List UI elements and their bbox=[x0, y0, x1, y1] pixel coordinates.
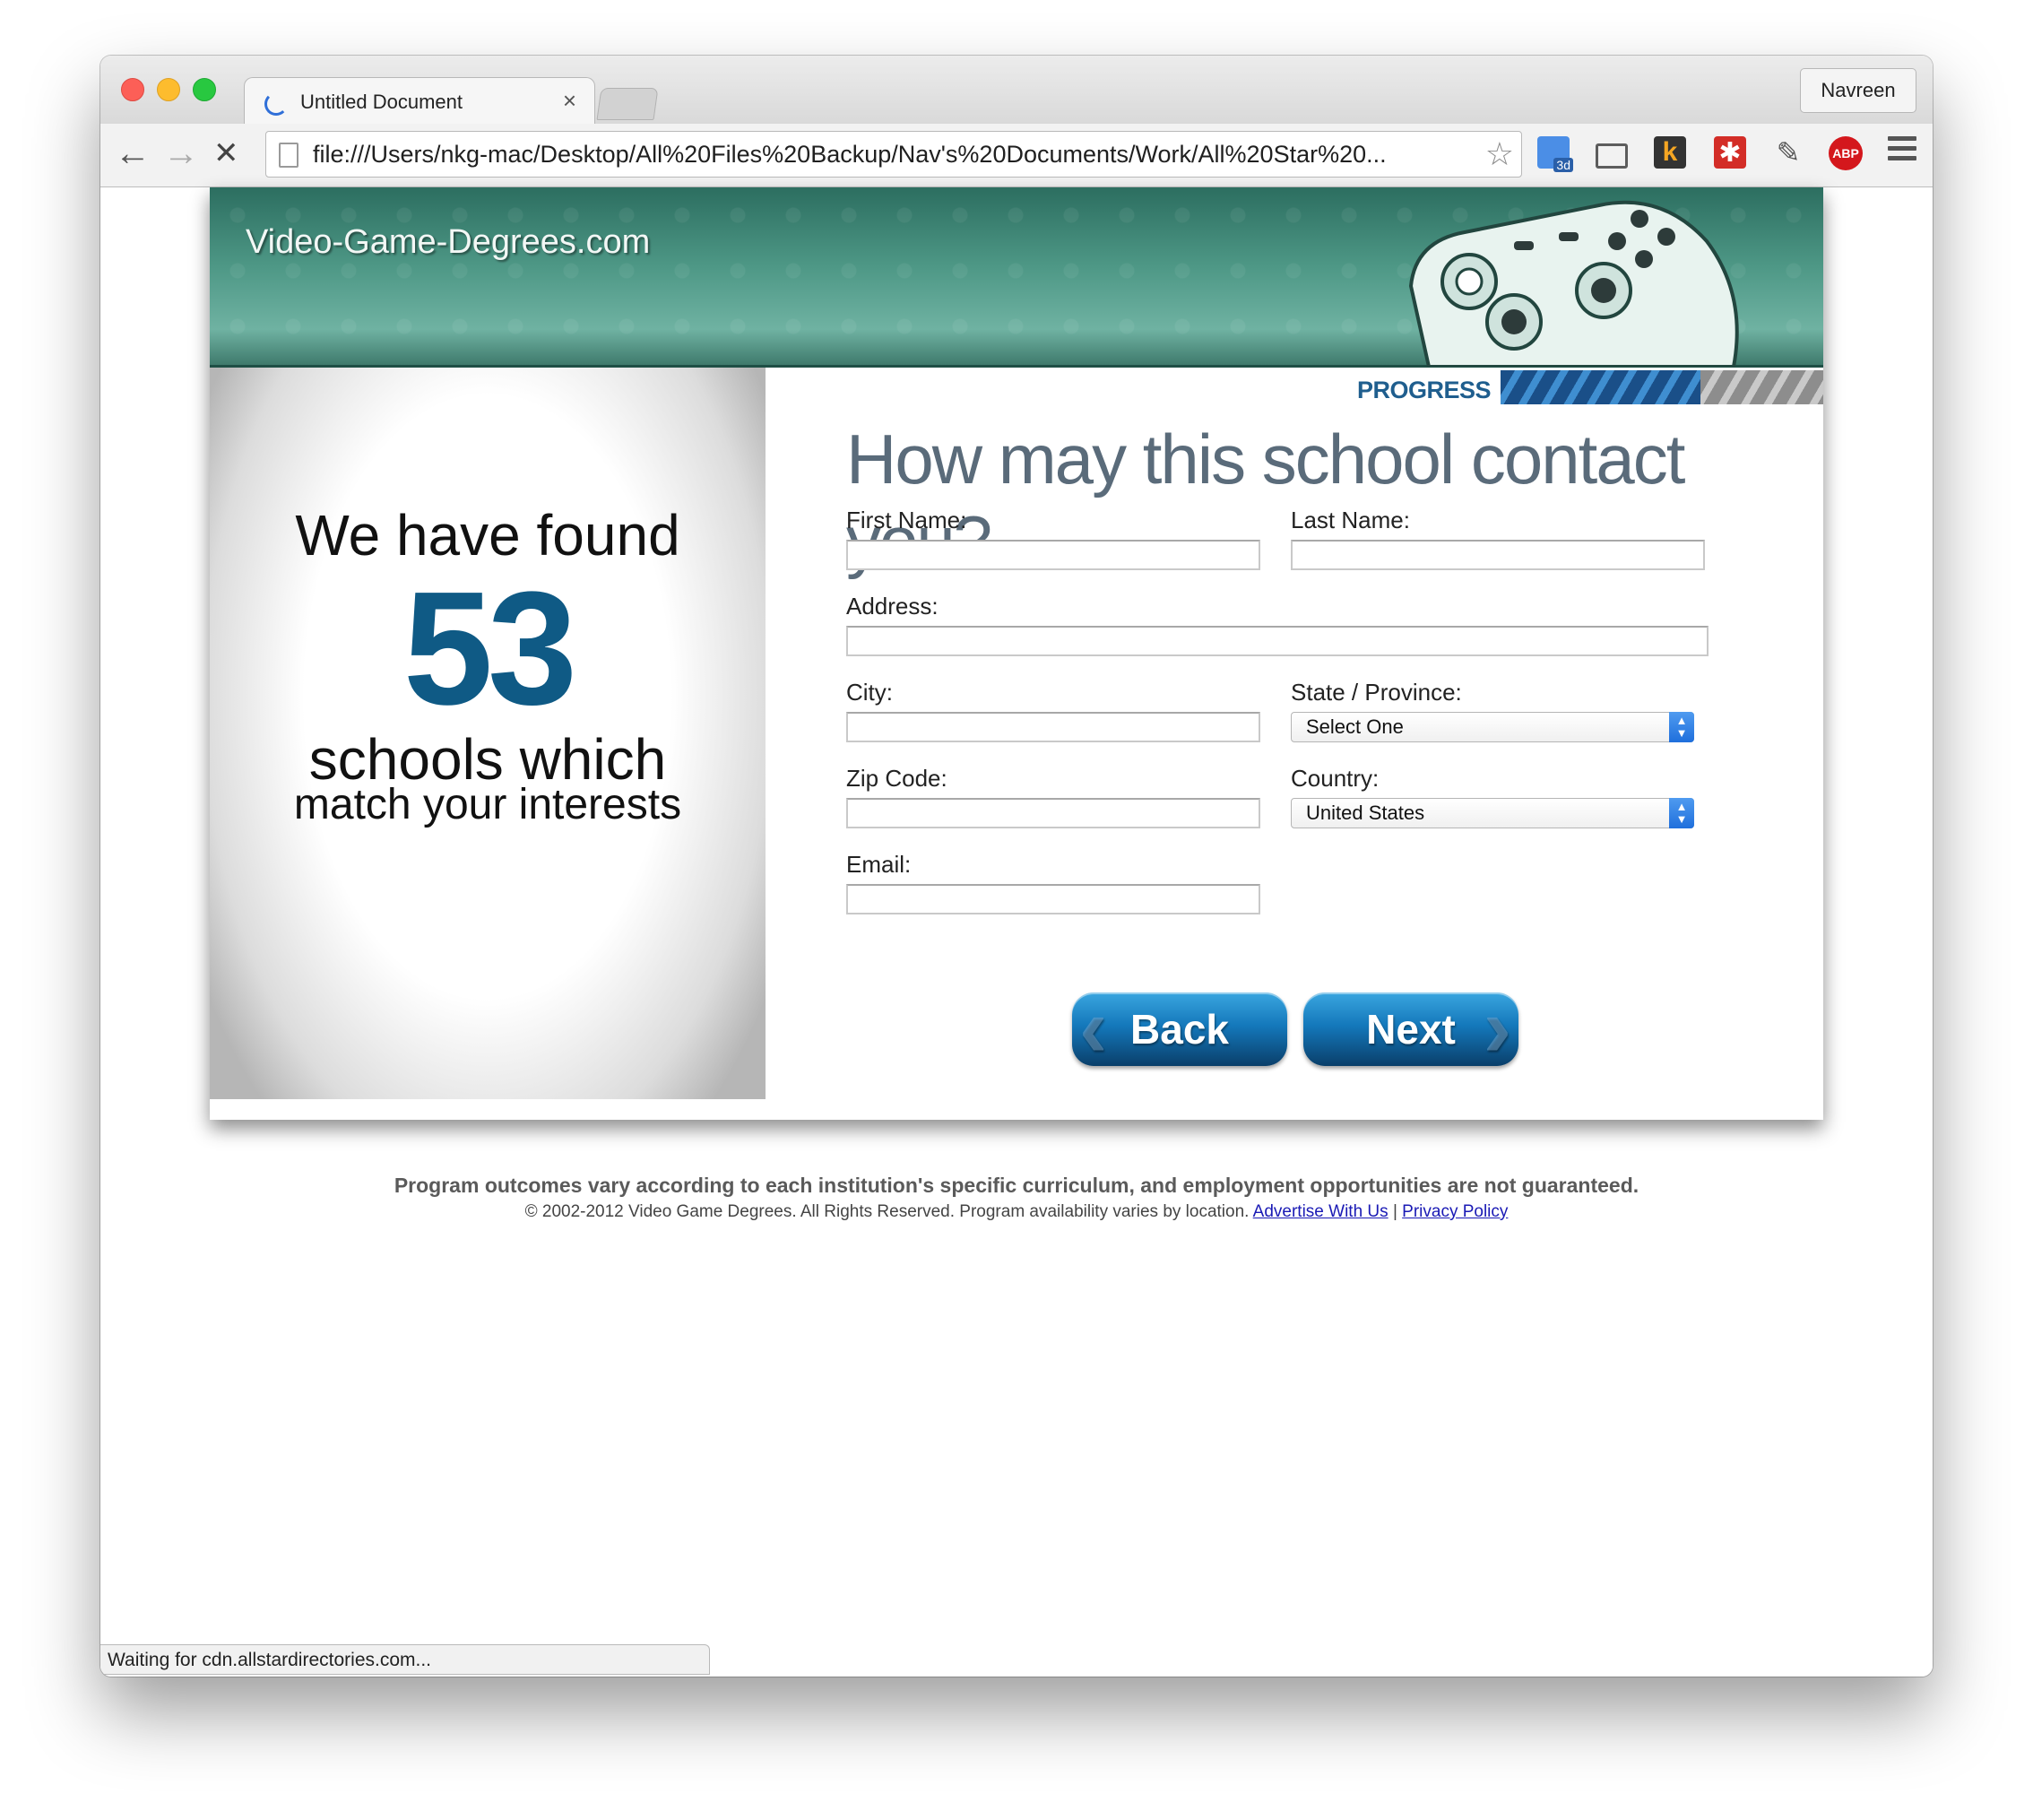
3d-extension-icon[interactable]: 3d bbox=[1537, 136, 1573, 172]
zoom-window-button[interactable] bbox=[193, 78, 216, 101]
country-select[interactable]: United States ▲ ▼ bbox=[1291, 798, 1694, 828]
k-extension-icon[interactable]: k bbox=[1654, 136, 1686, 169]
close-window-button[interactable] bbox=[121, 78, 144, 101]
tab-close-icon[interactable]: × bbox=[563, 87, 576, 115]
first-name-label: First Name: bbox=[846, 507, 967, 533]
cast-icon[interactable] bbox=[1596, 143, 1628, 169]
advertise-link[interactable]: Advertise With Us bbox=[1253, 1202, 1388, 1221]
privacy-policy-link[interactable]: Privacy Policy bbox=[1402, 1202, 1508, 1221]
stop-loading-icon[interactable]: ✕ bbox=[213, 133, 239, 174]
page-viewport: Video-Game-Degrees.com We have found 53 … bbox=[100, 187, 1933, 1677]
gamepad-icon bbox=[1408, 200, 1739, 367]
footer-disclaimer: Program outcomes vary according to each … bbox=[394, 1174, 1639, 1197]
city-label: City: bbox=[846, 679, 893, 706]
hamburger-menu-icon[interactable] bbox=[1888, 136, 1916, 166]
select-arrows-icon: ▲ ▼ bbox=[1669, 798, 1694, 828]
city-field[interactable] bbox=[846, 712, 1260, 742]
select-arrows-icon: ▲ ▼ bbox=[1669, 712, 1694, 742]
progress-remaining bbox=[1700, 370, 1823, 404]
country-label: Country: bbox=[1291, 765, 1380, 792]
state-select-value: Select One bbox=[1306, 715, 1404, 738]
site-container: Video-Game-Degrees.com We have found 53 … bbox=[210, 187, 1823, 1120]
site-header: Video-Game-Degrees.com bbox=[210, 187, 1823, 368]
loading-spinner-icon bbox=[264, 92, 288, 116]
title-bar: Untitled Document × Navreen bbox=[100, 56, 1933, 126]
address-bar[interactable]: file:///Users/nkg-mac/Desktop/All%20File… bbox=[265, 131, 1522, 178]
zip-label: Zip Code: bbox=[846, 765, 947, 792]
site-title[interactable]: Video-Game-Degrees.com bbox=[246, 223, 650, 262]
footer-separator: | bbox=[1392, 1202, 1397, 1221]
first-name-field[interactable] bbox=[846, 540, 1260, 570]
last-name-field[interactable] bbox=[1291, 540, 1705, 570]
progress-label: PROGRESS bbox=[1357, 377, 1492, 403]
address-field[interactable] bbox=[846, 626, 1709, 656]
url-text[interactable]: file:///Users/nkg-mac/Desktop/All%20File… bbox=[313, 141, 1469, 169]
email-field[interactable] bbox=[846, 884, 1260, 914]
copyright-text: © 2002-2012 Video Game Degrees. All Righ… bbox=[524, 1202, 1250, 1221]
back-button[interactable]: ‹ Back bbox=[1072, 992, 1287, 1066]
browser-window: Untitled Document × Navreen ← → ✕ file:/… bbox=[100, 56, 1933, 1677]
zip-field[interactable] bbox=[846, 798, 1260, 828]
progress-bar bbox=[1501, 370, 1823, 404]
browser-tab[interactable]: Untitled Document × bbox=[244, 77, 595, 126]
address-label: Address: bbox=[846, 593, 939, 620]
next-chevron-icon: › bbox=[1483, 992, 1511, 1066]
results-interests-text: match your interests bbox=[293, 781, 682, 828]
footer-copyright: © 2002-2012 Video Game Degrees. All Righ… bbox=[100, 1202, 1933, 1222]
status-bar: Waiting for cdn.allstardirectories.com..… bbox=[100, 1644, 710, 1675]
results-panel: We have found 53 schools which match you… bbox=[210, 368, 766, 1099]
progress-fill bbox=[1501, 370, 1701, 404]
back-arrow-icon[interactable]: ← bbox=[115, 133, 151, 174]
country-select-value: United States bbox=[1306, 802, 1425, 824]
profile-button[interactable]: Navreen bbox=[1800, 68, 1916, 113]
new-tab-button[interactable] bbox=[596, 88, 659, 120]
back-chevron-icon: ‹ bbox=[1079, 992, 1108, 1066]
state-select[interactable]: Select One ▲ ▼ bbox=[1291, 712, 1694, 742]
forward-arrow-icon[interactable]: → bbox=[163, 133, 199, 174]
eyedropper-icon[interactable]: ✎ bbox=[1772, 136, 1804, 169]
email-label: Email: bbox=[846, 851, 912, 878]
next-button[interactable]: Next › bbox=[1303, 992, 1518, 1066]
lastpass-icon[interactable]: ✱ bbox=[1714, 136, 1746, 169]
last-name-label: Last Name: bbox=[1291, 507, 1410, 533]
tab-title: Untitled Document bbox=[300, 91, 463, 113]
state-label: State / Province: bbox=[1291, 679, 1462, 706]
adblock-plus-icon[interactable]: ABP bbox=[1829, 136, 1863, 170]
results-count: 53 bbox=[402, 559, 577, 739]
browser-toolbar: ← → ✕ file:///Users/nkg-mac/Desktop/All%… bbox=[100, 124, 1933, 187]
page-icon bbox=[279, 143, 298, 168]
bookmark-star-icon[interactable]: ☆ bbox=[1485, 135, 1514, 173]
minimize-window-button[interactable] bbox=[157, 78, 180, 101]
